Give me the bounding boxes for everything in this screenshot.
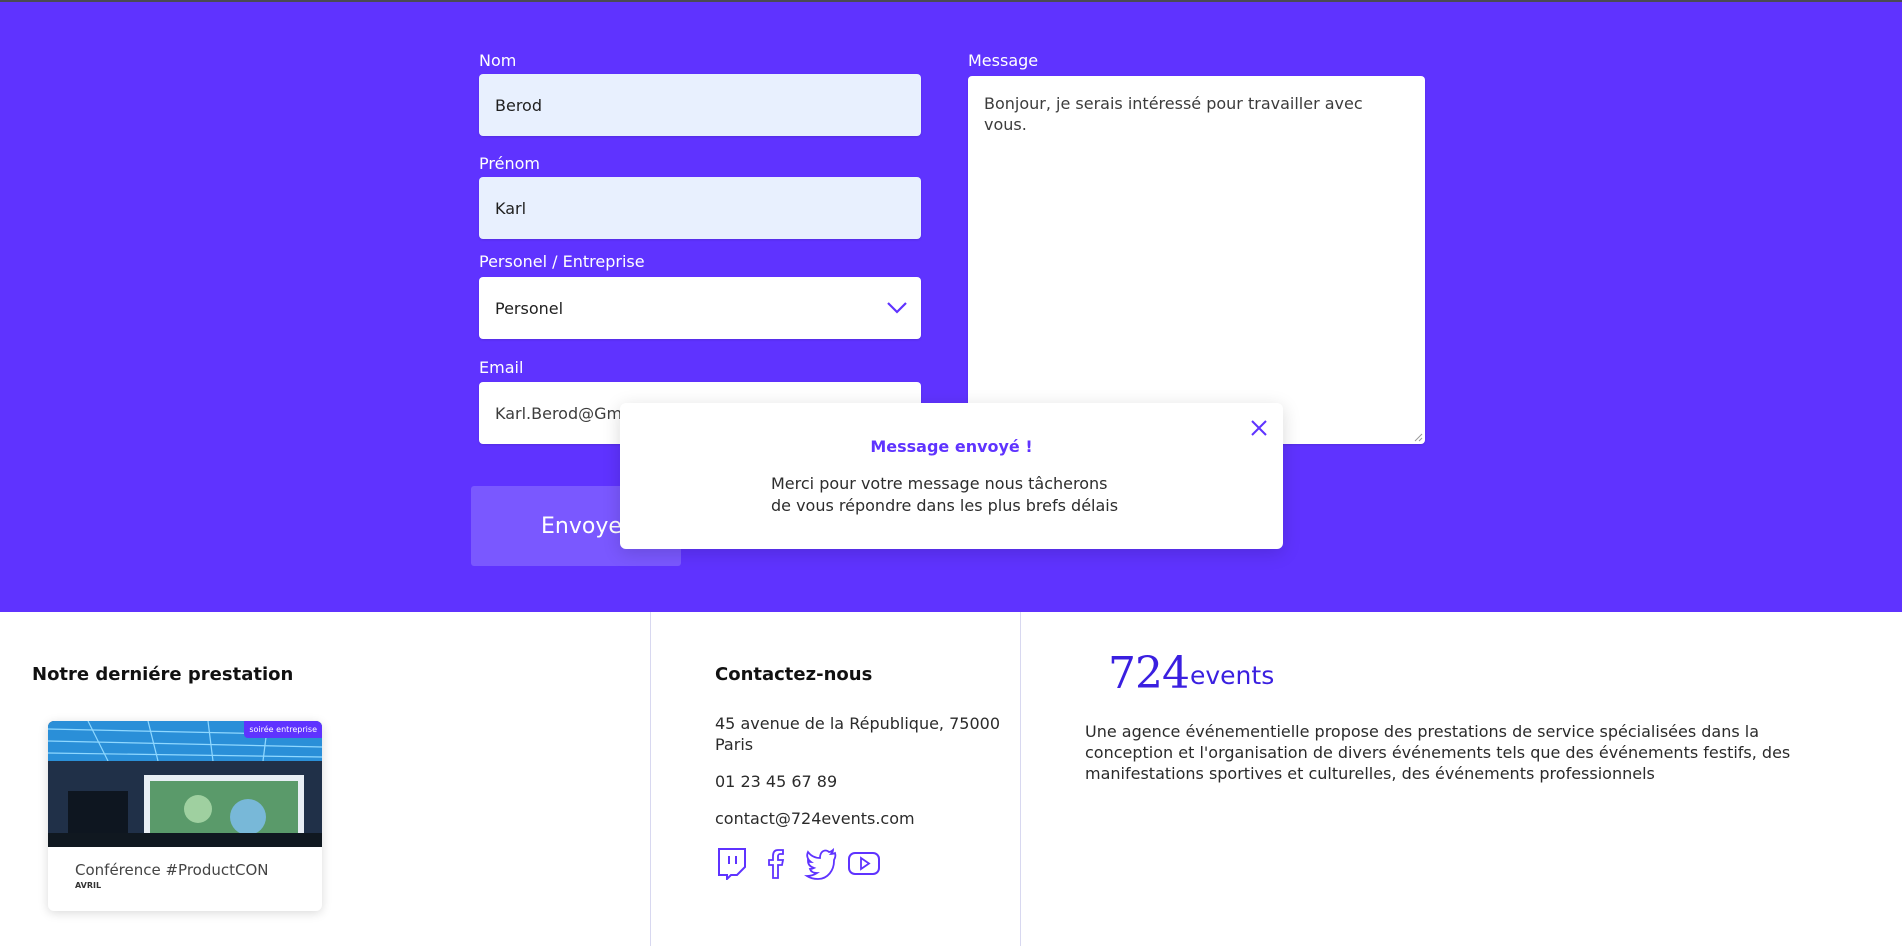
chevron-down-icon xyxy=(887,302,907,314)
type-select[interactable]: Personel xyxy=(479,277,921,339)
close-icon[interactable] xyxy=(1248,417,1270,439)
contact-heading: Contactez-nous xyxy=(715,664,873,685)
latest-event-heading: Notre derniére prestation xyxy=(32,664,294,685)
send-button-label: Envoyer xyxy=(541,513,631,539)
event-title: Conférence #ProductCON xyxy=(75,861,269,879)
event-category-badge: soirée entreprise xyxy=(244,721,322,738)
brand-logo-word: events xyxy=(1190,661,1275,690)
brand-description: Une agence événementielle propose des pr… xyxy=(1085,722,1791,783)
message-textarea[interactable]: Bonjour, je serais intéressé pour travai… xyxy=(968,76,1425,444)
nom-input[interactable]: Berod xyxy=(479,74,921,136)
email-label: Email xyxy=(479,358,524,377)
contact-address: 45 avenue de la République, 75000 Paris xyxy=(715,714,1000,754)
message-value: Bonjour, je serais intéressé pour travai… xyxy=(984,94,1363,134)
twitch-icon[interactable] xyxy=(715,846,749,880)
modal-title: Message envoyé ! xyxy=(870,437,1033,456)
email-value: Karl.Berod@Gmai xyxy=(495,403,637,423)
type-select-value: Personel xyxy=(495,298,564,318)
message-label: Message xyxy=(968,51,1039,70)
facebook-icon[interactable] xyxy=(761,846,795,880)
brand-logo-number: 724 xyxy=(1108,648,1190,699)
prenom-value: Karl xyxy=(495,198,527,218)
youtube-icon[interactable] xyxy=(847,846,881,880)
prenom-input[interactable]: Karl xyxy=(479,177,921,239)
event-month: AVRIL xyxy=(75,881,102,890)
prenom-label: Prénom xyxy=(479,154,540,173)
modal-body: Merci pour votre message nous tâcherons … xyxy=(771,474,1119,515)
success-modal: Message envoyé ! Merci pour votre messag… xyxy=(620,403,1283,549)
event-photo xyxy=(48,721,322,847)
nom-label: Nom xyxy=(479,51,517,70)
twitter-icon[interactable] xyxy=(804,846,838,880)
latest-event-card[interactable]: soirée entreprise Conférence #ProductCON… xyxy=(48,721,322,911)
contact-email[interactable]: contact@724events.com xyxy=(715,808,915,829)
footer-divider-right xyxy=(1020,612,1021,946)
footer-divider-left xyxy=(650,612,651,946)
type-label: Personel / Entreprise xyxy=(479,252,645,271)
resize-grip-icon[interactable] xyxy=(1413,432,1423,442)
contact-phone: 01 23 45 67 89 xyxy=(715,772,838,791)
